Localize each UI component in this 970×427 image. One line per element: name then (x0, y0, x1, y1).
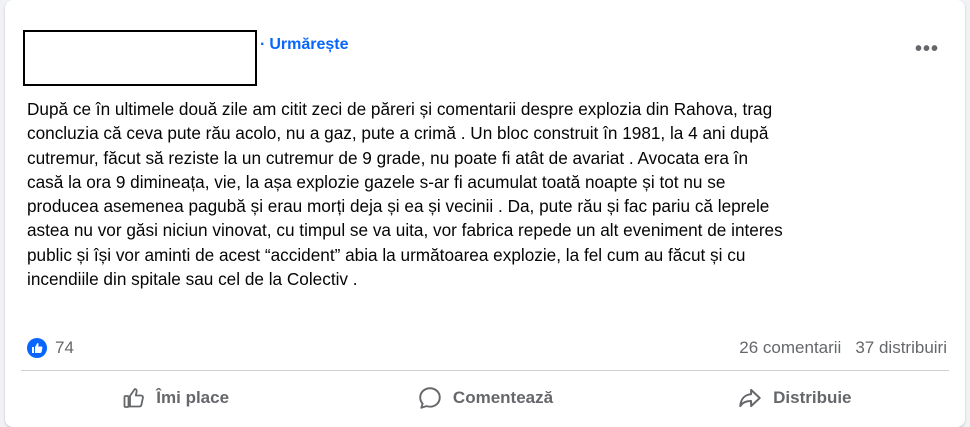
engagement-counts: 26 comentarii 37 distribuiri (725, 338, 947, 358)
speech-bubble-icon (417, 385, 443, 411)
shares-count[interactable]: 37 distribuiri (855, 338, 947, 357)
share-button[interactable]: Distribuie (640, 376, 949, 420)
comment-button-label: Comentează (452, 388, 554, 407)
share-button-label: Distribuie (773, 388, 852, 407)
reaction-count: 74 (55, 338, 74, 357)
thumbs-up-icon (27, 338, 47, 358)
reactions-summary[interactable]: 74 (27, 338, 74, 358)
share-arrow-icon (737, 385, 763, 411)
follow-separator: · (260, 36, 266, 53)
redacted-author-box (23, 30, 257, 86)
thumbs-up-outline-icon (122, 386, 146, 410)
more-options-icon[interactable]: ••• (915, 39, 939, 59)
follow-link[interactable]: · Urmărește (260, 36, 348, 54)
follow-label: Urmărește (269, 36, 349, 53)
post-text: După ce în ultimele două zile am citit z… (27, 99, 783, 290)
post-card: · Urmărește ••• După ce în ultimele două … (5, 0, 965, 427)
comment-button[interactable]: Comentează (330, 376, 639, 420)
post-stats: 74 26 comentarii 37 distribuiri (27, 336, 947, 360)
post-actions: Îmi place Comentează Distribuie (21, 376, 949, 420)
divider (21, 370, 949, 371)
like-button[interactable]: Îmi place (21, 376, 330, 420)
comments-count[interactable]: 26 comentarii (739, 338, 841, 357)
like-button-label: Îmi place (156, 388, 230, 407)
